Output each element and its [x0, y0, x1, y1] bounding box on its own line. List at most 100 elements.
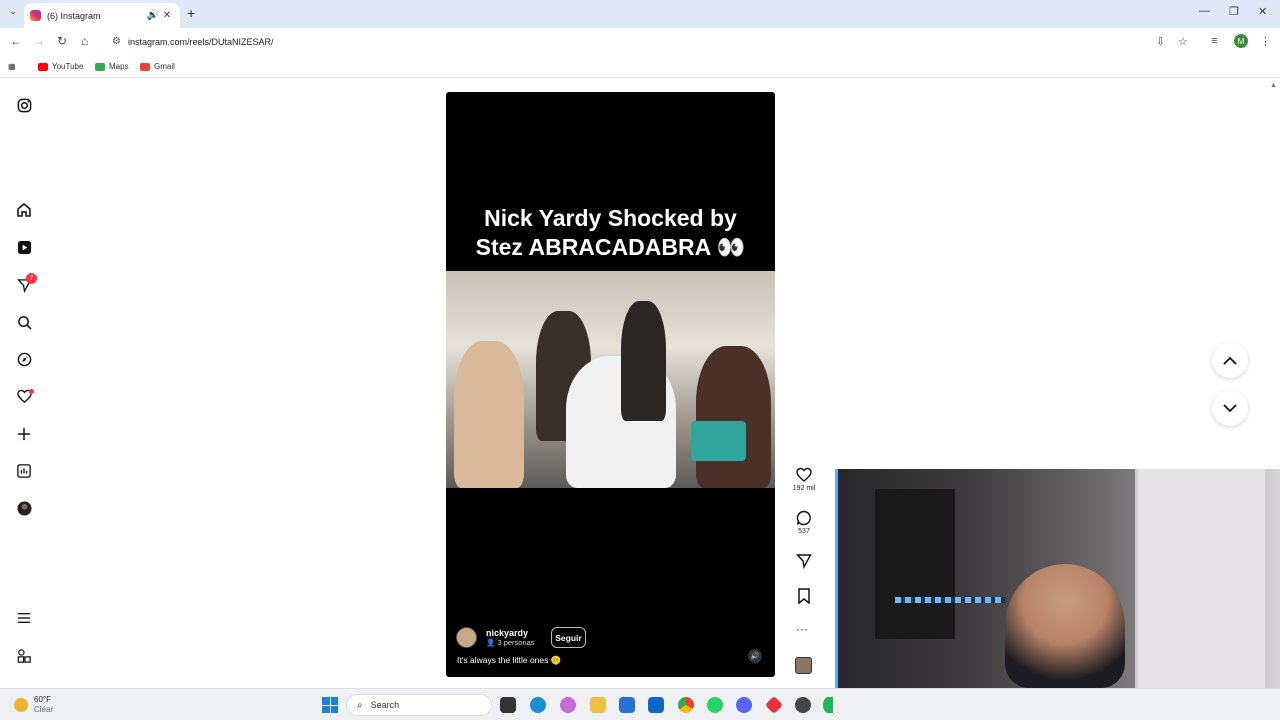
maps-icon: [95, 62, 105, 71]
comment-button[interactable]: 537: [790, 510, 818, 535]
create-icon[interactable]: [14, 424, 34, 444]
bookmark-maps[interactable]: Maps: [95, 62, 129, 71]
install-app-icon[interactable]: ⇩: [1156, 35, 1165, 48]
volume-icon[interactable]: 🔊: [748, 649, 762, 663]
instagram-favicon-icon: [30, 10, 41, 21]
menu-icon[interactable]: [14, 608, 34, 628]
webcam-person: [1005, 564, 1125, 688]
bookmark-star-icon[interactable]: ☆: [1178, 35, 1188, 48]
apps-grid-icon[interactable]: ▦: [8, 62, 16, 71]
weather-widget[interactable]: 60°F Clear: [14, 695, 53, 715]
red-diamond-app-icon[interactable]: [764, 695, 784, 715]
minimize-icon[interactable]: —: [1199, 5, 1210, 17]
tagged-people-label: 3 personas: [497, 638, 535, 647]
more-options-icon[interactable]: ···: [796, 622, 808, 636]
next-reel-button[interactable]: [1212, 390, 1248, 426]
video-figure: [621, 301, 666, 421]
windows-taskbar: 60°F Clear ⌕ Search: [0, 688, 1280, 720]
previous-reel-button[interactable]: [1212, 342, 1248, 378]
address-bar[interactable]: ⚙ instagram.com/reels/DUtaNIZESAR/: [104, 32, 1200, 52]
webcam-door: [1135, 469, 1265, 688]
tab-strip: ⌄ (6) Instagram 🔊 ✕ + — ❐ ✕: [0, 0, 1280, 28]
obs-icon[interactable]: [795, 697, 811, 713]
whatsapp-icon[interactable]: [707, 697, 723, 713]
share-button[interactable]: [790, 553, 818, 569]
copilot-icon[interactable]: [560, 697, 576, 713]
taskbar-search[interactable]: ⌕ Search: [346, 694, 492, 716]
search-icon: ⌕: [357, 699, 363, 711]
explore-icon[interactable]: [14, 349, 34, 369]
like-button[interactable]: 192 mil: [790, 467, 818, 492]
save-button[interactable]: [790, 588, 818, 604]
outlook-icon[interactable]: [648, 697, 664, 713]
task-view-icon[interactable]: [500, 697, 516, 713]
reading-list-icon[interactable]: ≡: [1211, 35, 1217, 47]
overlay-line-2: Stez ABRACADABRA 👀: [475, 234, 746, 260]
tab-instagram[interactable]: (6) Instagram 🔊 ✕: [24, 3, 180, 28]
windows-start-icon[interactable]: [322, 697, 338, 713]
restore-icon[interactable]: ❐: [1229, 5, 1239, 18]
search-icon[interactable]: [14, 312, 34, 332]
chrome-icon[interactable]: [678, 697, 694, 713]
messages-badge: 7: [26, 273, 37, 284]
tab-title: (6) Instagram: [47, 10, 101, 21]
edge-icon[interactable]: [530, 697, 546, 713]
webcam-led-strip: [835, 469, 838, 688]
profile-avatar[interactable]: [14, 498, 34, 518]
scrollbar-up-arrow[interactable]: ▲: [1270, 82, 1277, 89]
back-icon[interactable]: ←: [10, 34, 22, 48]
spotify-icon[interactable]: [823, 697, 833, 713]
dashboard-icon[interactable]: [14, 461, 34, 481]
instagram-icon[interactable]: [14, 95, 34, 115]
reels-icon[interactable]: [14, 237, 34, 257]
video-frame[interactable]: [446, 271, 775, 488]
reel-caption-overlay: Nick Yardy Shocked by Stez ABRACADABRA 👀: [446, 204, 775, 262]
weather-temperature: 60°F: [34, 695, 51, 704]
youtube-icon: [38, 62, 48, 71]
heart-icon: [796, 467, 812, 482]
chevron-down-icon: [1223, 403, 1237, 412]
home-icon[interactable]: [14, 200, 34, 220]
bookmark-youtube[interactable]: YouTube: [38, 62, 83, 71]
store-icon[interactable]: [619, 697, 635, 713]
browser-toolbar: ← → ↻ ⌂ ⚙ instagram.com/reels/DUtaNIZESA…: [0, 28, 1280, 56]
webcam-overlay: [835, 469, 1280, 688]
taskbar-search-label: Search: [370, 700, 400, 710]
tab-close-icon[interactable]: ✕: [160, 10, 174, 21]
moon-icon: [14, 698, 28, 712]
reload-icon[interactable]: ↻: [57, 34, 67, 48]
file-explorer-icon[interactable]: [590, 697, 606, 713]
reel-caption: It's always the little ones 🤫: [457, 655, 562, 665]
site-info-icon[interactable]: ⚙: [112, 36, 121, 47]
tab-audio-icon[interactable]: 🔊: [146, 10, 160, 21]
video-figure: [454, 341, 524, 488]
comment-count: 537: [798, 528, 810, 535]
notifications-dot: [29, 389, 34, 394]
url-text: instagram.com/reels/DUtaNIZESAR/: [128, 37, 274, 47]
video-figure: [696, 346, 771, 488]
discord-icon[interactable]: [736, 697, 752, 713]
bookmark-gmail[interactable]: Gmail: [140, 62, 175, 71]
window-close-icon[interactable]: ✕: [1258, 5, 1267, 18]
follow-button[interactable]: Seguir: [551, 627, 586, 648]
overlay-line-1: Nick Yardy Shocked by: [484, 205, 737, 231]
new-tab-icon[interactable]: +: [187, 5, 195, 21]
video-chair: [691, 421, 746, 461]
forward-icon[interactable]: →: [33, 34, 45, 48]
author-avatar[interactable]: [456, 627, 477, 648]
tab-search-chevron-icon[interactable]: ⌄: [6, 6, 20, 20]
chevron-up-icon: [1223, 356, 1237, 365]
browser-menu-icon[interactable]: ⋮: [1260, 35, 1271, 48]
weather-condition: Clear: [34, 705, 54, 714]
author-username[interactable]: nickyardy: [486, 628, 535, 638]
profile-avatar-button[interactable]: M: [1234, 34, 1248, 48]
home-browser-icon[interactable]: ⌂: [81, 34, 88, 48]
webcam-led-lights: [895, 597, 1005, 603]
bookmark-label: YouTube: [52, 62, 84, 71]
more-apps-icon[interactable]: [14, 646, 34, 666]
reel-author[interactable]: nickyardy 👤 3 personas: [456, 627, 535, 648]
original-audio-thumbnail[interactable]: [795, 657, 812, 674]
tagged-people[interactable]: 👤 3 personas: [486, 638, 535, 647]
reel-player[interactable]: Nick Yardy Shocked by Stez ABRACADABRA 👀…: [446, 92, 775, 677]
bookmark-label: Maps: [109, 62, 129, 71]
